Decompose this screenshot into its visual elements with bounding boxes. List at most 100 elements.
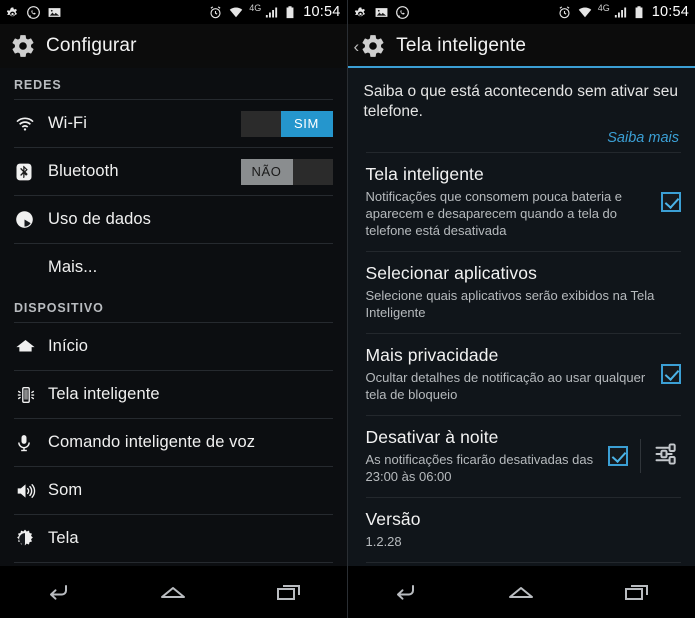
row-controls[interactable] <box>661 191 681 212</box>
sidebar-item-mais[interactable]: Mais... <box>0 244 347 291</box>
setting-row-versao: Versão 1.2.28 <box>348 498 695 562</box>
tela-inteligente-checkbox[interactable] <box>661 191 681 212</box>
row-title: Selecionar aplicativos <box>365 263 537 283</box>
navigation-bar-right[interactable] <box>347 566 695 618</box>
left-phone-screen: 4G 10:54 Configurar REDES Wi-Fi SIM Blue… <box>0 0 347 618</box>
recents-icon[interactable] <box>607 572 667 612</box>
smart-screen-icon <box>14 384 48 406</box>
battery-icon <box>635 5 643 18</box>
sidebar-item-bluetooth[interactable]: Bluetooth NÃO <box>0 148 347 195</box>
home-icon[interactable] <box>491 572 551 612</box>
sidebar-item-label: Som <box>48 481 83 499</box>
toggle-thumb[interactable]: NÃO <box>240 158 293 185</box>
row-texts: Versão 1.2.28 <box>366 509 682 550</box>
sidebar-item-wifi[interactable]: Wi-Fi SIM <box>0 100 347 147</box>
gear-icon <box>12 35 34 57</box>
divider <box>14 562 333 563</box>
settings-list-left[interactable]: REDES Wi-Fi SIM Bluetooth NÃO Uso de dad… <box>0 68 347 566</box>
status-bar-notification-icons <box>353 5 410 20</box>
back-icon[interactable] <box>375 572 435 612</box>
sidebar-item-comando-inteligente-de-voz[interactable]: Comando inteligente de voz <box>0 419 347 466</box>
sidebar-item-label: Wi-Fi <box>48 114 87 132</box>
clock: 10:54 <box>303 4 341 20</box>
desativar-a-noite-checkbox[interactable] <box>608 446 628 466</box>
gear-icon <box>354 7 365 17</box>
control-divider <box>640 439 641 473</box>
settings-list-right[interactable]: Saiba o que está acontecendo sem ativar … <box>348 68 695 566</box>
section-header-redes: REDES <box>14 78 62 92</box>
row-title: Desativar à noite <box>365 427 499 447</box>
page-title: Configurar <box>46 35 137 56</box>
navigation-bar-left[interactable] <box>0 566 347 618</box>
network-type-label: 4G <box>249 3 262 13</box>
row-controls[interactable] <box>661 364 681 384</box>
back-chevron-icon[interactable]: ‹ <box>354 38 360 55</box>
row-subtitle: Selecione quais aplicativos serão exibid… <box>365 288 655 320</box>
sidebar-item-label: Comando inteligente de voz <box>48 433 256 451</box>
sidebar-item-label: Uso de dados <box>48 210 152 228</box>
wifi-icon <box>578 7 591 17</box>
image-icon <box>375 7 387 17</box>
intro-text: Saiba o que está acontecendo sem ativar … <box>363 83 679 120</box>
row-texts: Selecionar aplicativos Selecione quais a… <box>366 263 682 321</box>
row-title: Versão <box>365 509 421 529</box>
setting-row-tela-inteligente[interactable]: Tela inteligente Notificações que consom… <box>348 153 695 251</box>
sidebar-item-som[interactable]: Som <box>0 467 347 514</box>
action-bar-left: Configurar <box>0 24 347 68</box>
setting-row-desativar-a-noite[interactable]: Desativar à noite As notificações ficarã… <box>348 416 695 497</box>
sidebar-item-label: Início <box>48 337 89 355</box>
sidebar-item-label: Tela <box>48 529 79 547</box>
brightness-icon <box>14 528 48 550</box>
setting-row-mais-privacidade[interactable]: Mais privacidade Ocultar detalhes de not… <box>348 334 695 415</box>
row-title: Tela inteligente <box>365 164 484 184</box>
saiba-mais-link[interactable]: Saiba mais <box>364 130 679 146</box>
wifi-toggle[interactable]: SIM <box>240 110 333 137</box>
divider <box>365 562 681 563</box>
recents-icon[interactable] <box>259 572 319 612</box>
data-usage-icon <box>14 209 48 230</box>
status-bar-notification-icons <box>5 5 62 20</box>
row-title: Mais privacidade <box>365 345 499 365</box>
sidebar-item-tela[interactable]: Tela <box>0 515 347 562</box>
sidebar-item-label: Mais... <box>48 258 98 276</box>
section-header-dispositivo: DISPOSITIVO <box>14 301 104 315</box>
row-subtitle: As notificações ficarão desativadas das … <box>365 452 594 484</box>
sidebar-item-inicio[interactable]: Início <box>0 323 347 370</box>
dual-screenshot: 4G 10:54 Configurar REDES Wi-Fi SIM Blue… <box>0 0 695 618</box>
whatsapp-icon <box>27 5 40 19</box>
clock: 10:54 <box>651 4 689 20</box>
status-bar-right: 4G 10:54 <box>347 0 695 24</box>
row-controls[interactable] <box>608 439 681 473</box>
row-texts: Mais privacidade Ocultar detalhes de not… <box>366 345 662 403</box>
toggle-thumb[interactable]: SIM <box>280 110 333 137</box>
status-bar-system-icons: 4G 10:54 <box>557 3 689 20</box>
image-icon <box>48 7 61 17</box>
row-subtitle: 1.2.28 <box>365 534 402 549</box>
accent-underline <box>347 66 695 68</box>
signal-icon <box>266 7 278 17</box>
right-phone-screen: 4G 10:54 ‹ Tela inteligente Saiba o que … <box>347 0 695 618</box>
speaker-icon <box>14 480 48 502</box>
whatsapp-icon <box>395 5 409 19</box>
wifi-icon <box>229 7 243 17</box>
status-bar-left: 4G 10:54 <box>0 0 347 24</box>
gear-icon <box>6 7 17 17</box>
home-icon[interactable] <box>143 572 203 612</box>
signal-icon <box>614 7 626 17</box>
back-icon[interactable] <box>28 572 88 612</box>
row-subtitle: Ocultar detalhes de notificação ao usar … <box>365 370 646 402</box>
battery-icon <box>286 5 294 18</box>
alarm-icon <box>559 5 570 18</box>
network-type-label: 4G <box>597 3 610 13</box>
sliders-icon[interactable] <box>653 440 681 473</box>
setting-row-selecionar-aplicativos[interactable]: Selecionar aplicativos Selecione quais a… <box>348 252 695 333</box>
sidebar-item-tela-inteligente[interactable]: Tela inteligente <box>0 371 347 418</box>
bluetooth-toggle[interactable]: NÃO <box>240 158 333 185</box>
bluetooth-icon <box>14 161 48 183</box>
mais-privacidade-checkbox[interactable] <box>661 364 681 384</box>
microphone-icon <box>14 432 48 454</box>
status-bar-system-icons: 4G 10:54 <box>208 3 341 20</box>
sidebar-item-uso-de-dados[interactable]: Uso de dados <box>0 196 347 243</box>
action-bar-right: ‹ Tela inteligente <box>347 24 695 68</box>
sidebar-item-label: Bluetooth <box>48 162 119 180</box>
